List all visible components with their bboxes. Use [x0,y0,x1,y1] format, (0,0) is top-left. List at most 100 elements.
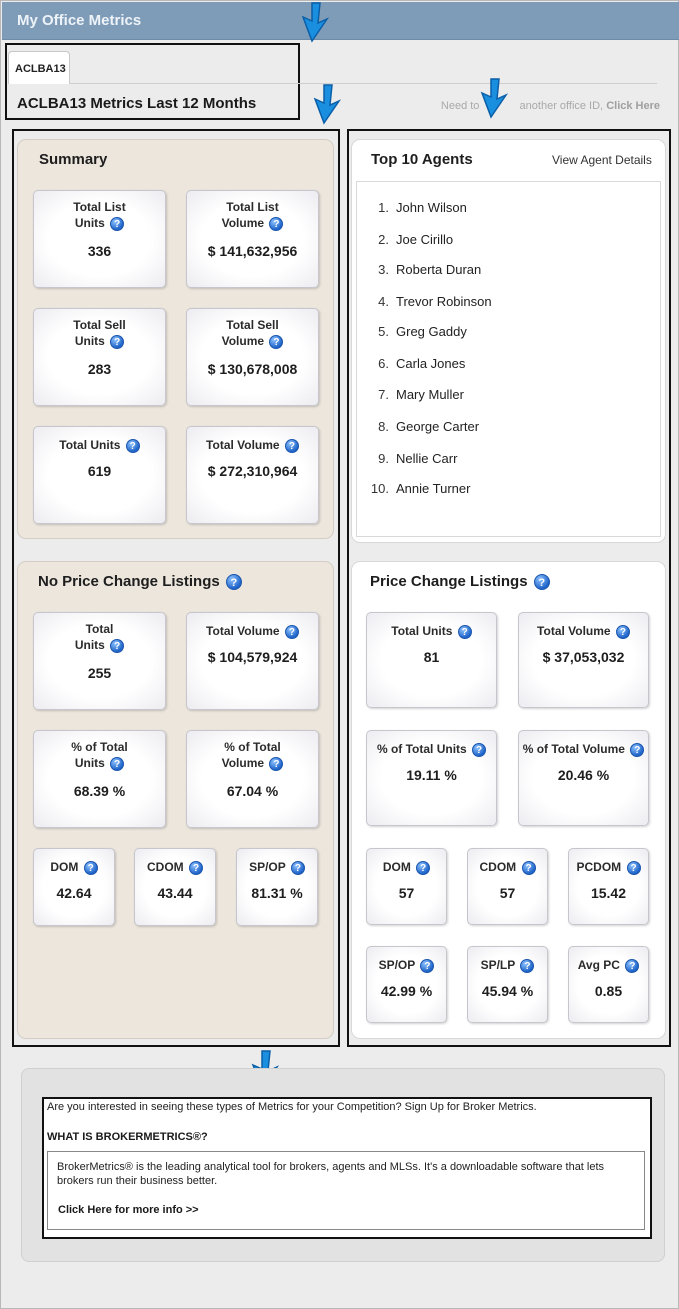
card-value: 45.94 % [481,983,534,999]
question-mark-icon[interactable]: ? [225,574,242,591]
agent-name: John Wilson [396,200,467,215]
more-info-link[interactable]: Click Here for more info >> [58,1204,199,1216]
question-mark-icon[interactable]: ? [110,216,125,231]
agent-name: Mary Muller [396,387,464,402]
question-mark-icon[interactable]: ? [520,958,535,973]
card-label: % of Total Units [376,742,467,756]
agent-list-item[interactable]: 4. Trevor Robinson [357,294,491,309]
total-list-volume-card: Total List Volume ? $ 141,632,956 [186,190,319,288]
card-label: Total Sell [226,318,279,332]
pc-pct-total-units-card: % of Total Units ? 19.11 % [366,730,497,826]
agent-list-item[interactable]: 3. Roberta Duran [357,262,481,277]
card-label: SP/OP [249,860,286,874]
pc-total-units-card: Total Units ? 81 [366,612,497,708]
question-mark-icon[interactable]: ? [125,438,140,453]
agent-list-item[interactable]: 6. Carla Jones [357,356,465,371]
pc-avg-pc-card: Avg PC ? 0.85 [568,946,649,1023]
card-value: 81.31 % [251,885,303,901]
card-label: CDOM [146,860,184,874]
tab-aclba13[interactable]: ACLBA13 [8,51,70,84]
card-label: Total List [73,200,126,214]
agent-rank: 6. [378,356,389,371]
agent-list-item[interactable]: 7. Mary Muller [357,387,464,402]
question-mark-icon[interactable]: ? [284,624,299,639]
card-label: Total Volume [206,438,280,452]
question-mark-icon[interactable]: ? [269,756,284,771]
question-mark-icon[interactable]: ? [416,860,431,875]
question-mark-icon[interactable]: ? [110,334,125,349]
agent-rank: 10. [370,481,389,496]
pc-cdom-card: CDOM ? 57 [467,848,548,925]
agent-name: George Carter [396,419,480,434]
card-value: 42.64 [56,885,92,901]
agent-name: Joe Cirillo [396,232,454,247]
npc-pct-total-volume-card: % of Total Volume ? 67.04 % [186,730,319,828]
card-label: DOM [50,860,79,874]
agent-rank: 1. [378,200,389,215]
card-value: 57 [499,885,516,901]
question-mark-icon[interactable]: ? [625,958,640,973]
card-label: DOM [382,860,411,874]
card-value: 15.42 [590,885,627,901]
card-value: 81 [423,649,440,665]
agent-list-item[interactable]: 5. Greg Gaddy [357,324,467,339]
agent-list-item[interactable]: 9. Nellie Carr [357,451,457,466]
question-mark-icon[interactable]: ? [284,438,299,453]
question-mark-icon[interactable]: ? [521,860,536,875]
card-value: 619 [87,463,112,479]
question-mark-icon[interactable]: ? [626,860,641,875]
question-mark-icon[interactable]: ? [189,860,203,875]
card-label: Total Volume [537,624,611,638]
no-price-change-title: No Price Change Listings ? [38,573,242,591]
card-value: $ 272,310,964 [207,463,298,479]
total-sell-units-card: Total Sell Units ? 283 [33,308,166,406]
card-label: Units [74,756,105,770]
question-mark-icon[interactable]: ? [420,958,435,973]
office-metrics-title: ACLBA13 Metrics Last 12 Months [17,95,257,112]
card-label: Units [74,334,105,348]
broker-metrics-signup-prompt[interactable]: Are you interested in seeing these types… [47,1101,537,1113]
question-mark-icon[interactable]: ? [533,574,550,591]
question-mark-icon[interactable]: ? [83,860,98,875]
agent-rank: 5. [378,324,389,339]
card-value: 336 [87,243,112,259]
agent-list-item[interactable]: 10. Annie Turner [357,481,471,496]
card-label: Units [74,638,105,652]
question-mark-icon[interactable]: ? [110,756,125,771]
agent-rank: 7. [378,387,389,402]
card-label: Volume [221,216,265,230]
card-label: PCDOM [576,860,622,874]
card-label: SP/LP [480,958,516,972]
card-value: $ 141,632,956 [207,243,298,259]
question-mark-icon[interactable]: ? [630,742,645,757]
card-value: 255 [87,665,112,681]
card-value: 43.44 [157,885,193,901]
card-label: Units [74,216,105,230]
price-change-title: Price Change Listings ? [370,573,550,591]
card-label: % of Total Volume [522,742,625,756]
agent-list-item[interactable]: 1. John Wilson [357,200,467,215]
question-mark-icon[interactable]: ? [290,860,305,875]
question-mark-icon[interactable]: ? [457,624,472,639]
agent-name: Carla Jones [396,356,466,371]
page: My Office Metrics ACLBA13 ACLBA13 Metric… [0,0,679,1309]
pc-pcdom-card: PCDOM ? 15.42 [568,848,649,925]
card-value: 283 [87,361,112,377]
card-label: Total Units [59,438,121,452]
question-mark-icon[interactable]: ? [472,742,487,757]
card-label: Volume [221,756,265,770]
card-value: 20.46 % [557,767,610,783]
question-mark-icon[interactable]: ? [269,216,284,231]
question-mark-icon[interactable]: ? [615,624,630,639]
question-mark-icon[interactable]: ? [269,334,284,349]
agent-list-item[interactable]: 8. George Carter [357,419,479,434]
change-office-link[interactable]: Click Here [606,100,660,112]
card-label: Total Units [391,624,453,638]
card-value: 42.99 % [380,983,433,999]
question-mark-icon[interactable]: ? [110,638,125,653]
agent-list-item[interactable]: 2. Joe Cirillo [357,232,453,247]
npc-total-volume-card: Total Volume ? $ 104,579,924 [186,612,319,710]
npc-spop-card: SP/OP ? 81.31 % [236,848,318,926]
header-bar: My Office Metrics [2,2,679,40]
view-agent-details-link[interactable]: View Agent Details [552,153,652,167]
